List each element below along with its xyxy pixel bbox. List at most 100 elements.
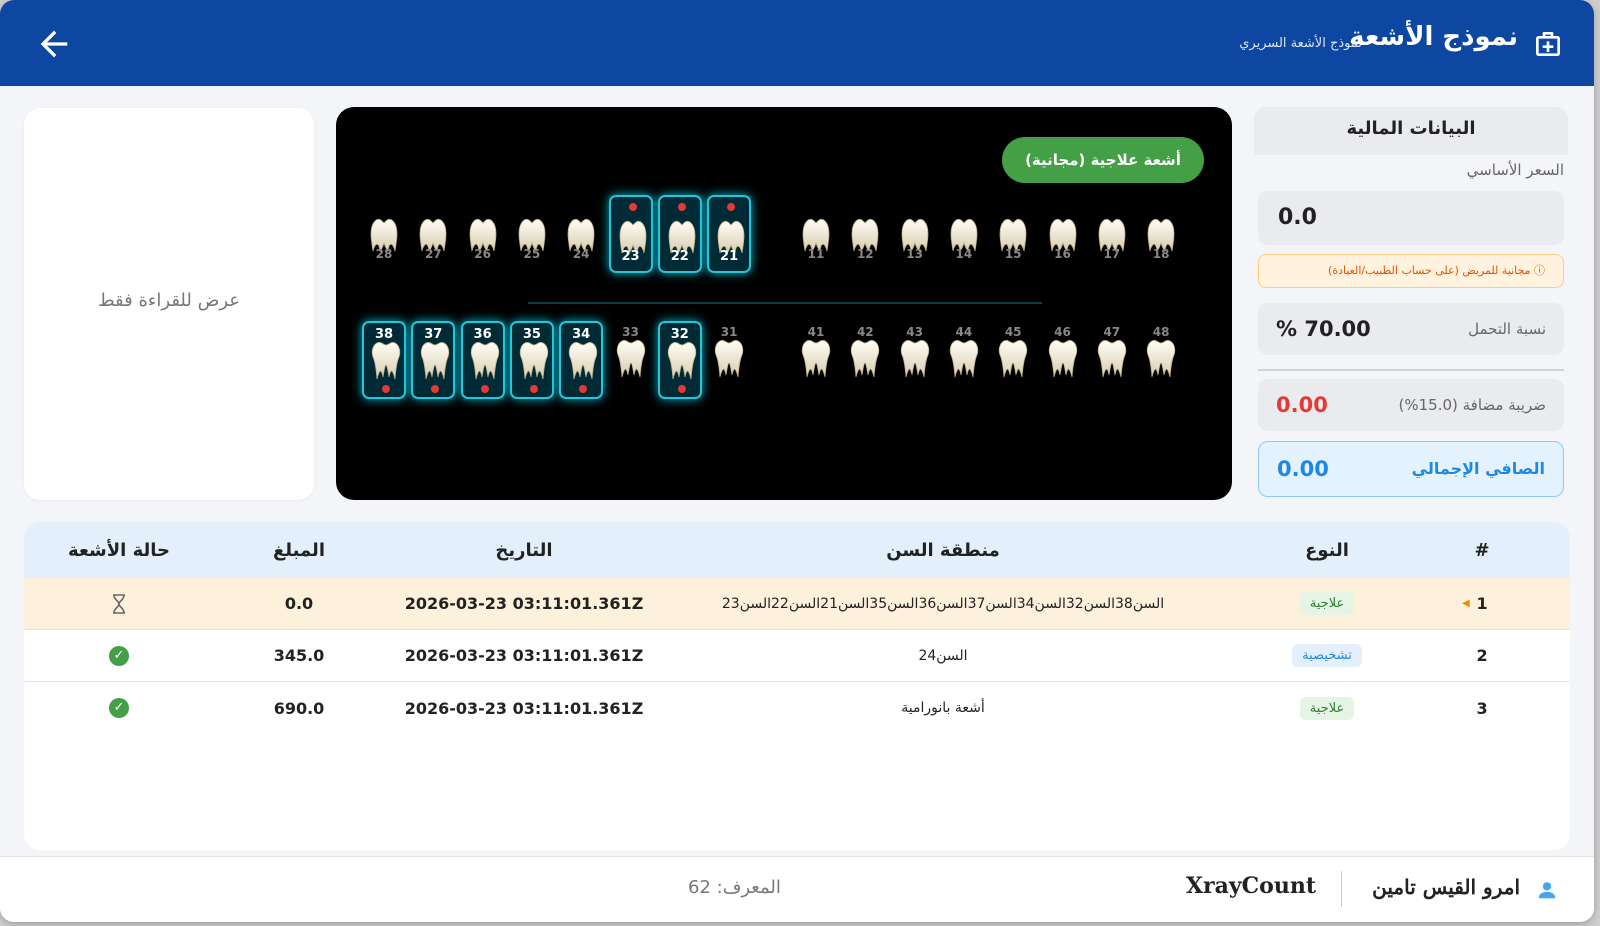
footer-divider (1341, 871, 1342, 907)
tooth-icon (900, 340, 929, 378)
tooth-33[interactable]: 33 (609, 321, 653, 399)
selected-marker (480, 385, 489, 393)
tooth-number: 35 (522, 327, 541, 342)
finance-title: البيانات المالية (1254, 107, 1568, 155)
tooth-16[interactable]: 16 (1041, 195, 1085, 273)
tooth-number: 21 (720, 249, 739, 264)
row-date: 2026-03-23 03:11:01.361Z (404, 698, 644, 718)
tooth-number: 17 (1103, 247, 1121, 261)
tooth-12[interactable]: 12 (843, 195, 887, 273)
tooth-13[interactable]: 13 (893, 195, 937, 273)
tooth-number: 34 (572, 327, 591, 342)
selected-marker (382, 385, 390, 393)
tooth-23[interactable]: 23 (608, 195, 653, 273)
base-price-label: السعر الأساسي (1466, 161, 1564, 179)
tooth-icon (801, 340, 831, 378)
tax-label: ضريبة مضافة (15.0%) (1398, 396, 1547, 414)
tooth-32[interactable]: 32 (657, 321, 702, 399)
type-pill: علاجية (1299, 696, 1355, 720)
tooth-number: 26 (474, 247, 491, 261)
row-type: تشخيصية (1222, 630, 1432, 681)
col-status: حالة الأشعة (67, 539, 171, 561)
tooth-icon (714, 340, 744, 378)
net-total-label: الصافي الإجمالي (1411, 459, 1545, 478)
row-date: 2026-03-23 03:11:01.361Z (404, 646, 644, 665)
coverage-value: % 70.00 (1276, 317, 1371, 341)
user-icon (1538, 882, 1556, 899)
tooth-22[interactable]: 22 (657, 195, 702, 273)
tooth-27[interactable]: 27 (411, 195, 455, 273)
tooth-14[interactable]: 14 (942, 195, 986, 273)
tooth-44[interactable]: 44 (942, 321, 986, 399)
tooth-35[interactable]: 35 (509, 321, 554, 399)
row-amount: 690.0 (273, 698, 325, 718)
table-row[interactable]: ◀ 1 علاجية السن38السن32السن34السن37السن36… (24, 578, 1570, 630)
footer-bar: امرو القيس تامين XrayCount المعرف: 62 (0, 856, 1594, 922)
row-tooth: السن24 (918, 647, 968, 664)
type-pill: علاجية (1299, 592, 1355, 615)
tooth-47[interactable]: 47 (1090, 321, 1134, 399)
tooth-17[interactable]: 17 (1090, 195, 1134, 273)
tooth-34[interactable]: 34 (559, 321, 604, 399)
tooth-28[interactable]: 28 (362, 195, 406, 273)
tooth-number: 37 (424, 327, 443, 342)
table-row[interactable]: 2 تشخيصية السن24 2026-03-23 03:11:01.361… (24, 630, 1570, 682)
tooth-number: 18 (1152, 247, 1170, 261)
tooth-42[interactable]: 42 (843, 321, 887, 399)
finance-divider (1258, 369, 1564, 371)
page-subtitle: نموذج الأشعة السريري (1239, 36, 1362, 51)
tooth-icon (999, 340, 1028, 378)
tooth-number: 11 (807, 247, 825, 261)
tooth-43[interactable]: 43 (893, 321, 937, 399)
tooth-icon (1097, 340, 1126, 378)
tooth-icon (371, 342, 401, 380)
tooth-11[interactable]: 11 (794, 195, 838, 273)
free-note-text: مجانية للمريض (على حساب الطبيب/العيادة) (1328, 264, 1531, 277)
tooth-48[interactable]: 48 (1139, 321, 1183, 399)
tooth-46[interactable]: 46 (1041, 321, 1085, 399)
app-header: نموذج الأشعة السريري نموذج الأشعة (0, 0, 1594, 86)
tooth-number: 14 (955, 247, 973, 261)
tooth-24[interactable]: 24 (559, 195, 603, 273)
selected-marker (431, 385, 440, 393)
medical-case-icon (1536, 32, 1560, 56)
tooth-36[interactable]: 36 (460, 321, 505, 399)
tooth-41[interactable]: 41 (794, 321, 838, 399)
tooth-icon (851, 340, 880, 378)
tooth-number: 31 (720, 325, 738, 339)
row-num: ◀ 1 (1462, 594, 1488, 613)
tooth-15[interactable]: 15 (991, 195, 1035, 273)
tooth-number: 13 (906, 247, 923, 261)
tooth-number: 45 (1004, 325, 1022, 339)
tooth-number: 32 (670, 327, 689, 342)
row-num: 2 (1476, 646, 1488, 665)
tooth-icon (616, 340, 645, 378)
col-tooth: منطقة السن (886, 539, 1000, 561)
tooth-21[interactable]: 21 (707, 195, 752, 273)
back-arrow-icon[interactable] (34, 24, 74, 64)
tooth-number: 47 (1103, 325, 1121, 339)
table-row[interactable]: 3 علاجية أشعة بانورامية 2026-03-23 03:11… (24, 682, 1570, 734)
tooth-31[interactable]: 31 (707, 321, 751, 399)
tooth-number: 22 (670, 249, 689, 264)
tooth-number: 33 (622, 325, 639, 339)
col-amount: المبلغ (273, 539, 325, 561)
tooth-25[interactable]: 25 (510, 195, 554, 273)
base-price-field[interactable]: 0.0 (1258, 191, 1564, 245)
tooth-45[interactable]: 45 (991, 321, 1035, 399)
tooth-26[interactable]: 26 (461, 195, 505, 273)
tooth-37[interactable]: 37 (411, 321, 456, 399)
row-status: ✓ (24, 630, 214, 681)
row-status (24, 578, 214, 629)
tooth-number: 48 (1152, 325, 1170, 339)
net-total-row: الصافي الإجمالي 0.00 (1258, 441, 1564, 497)
selected-marker (628, 203, 637, 211)
tooth-38[interactable]: 38 (362, 321, 406, 399)
coverage-row: نسبة التحمل % 70.00 (1258, 303, 1564, 355)
tooth-18[interactable]: 18 (1139, 195, 1183, 273)
tooth-number: 41 (807, 325, 825, 339)
selected-caret-icon: ◀ (1462, 598, 1470, 609)
xray-form-window: نموذج الأشعة السريري نموذج الأشعة عرض لل… (0, 0, 1594, 922)
tooth-number: 23 (621, 249, 640, 264)
selected-marker (529, 385, 538, 393)
